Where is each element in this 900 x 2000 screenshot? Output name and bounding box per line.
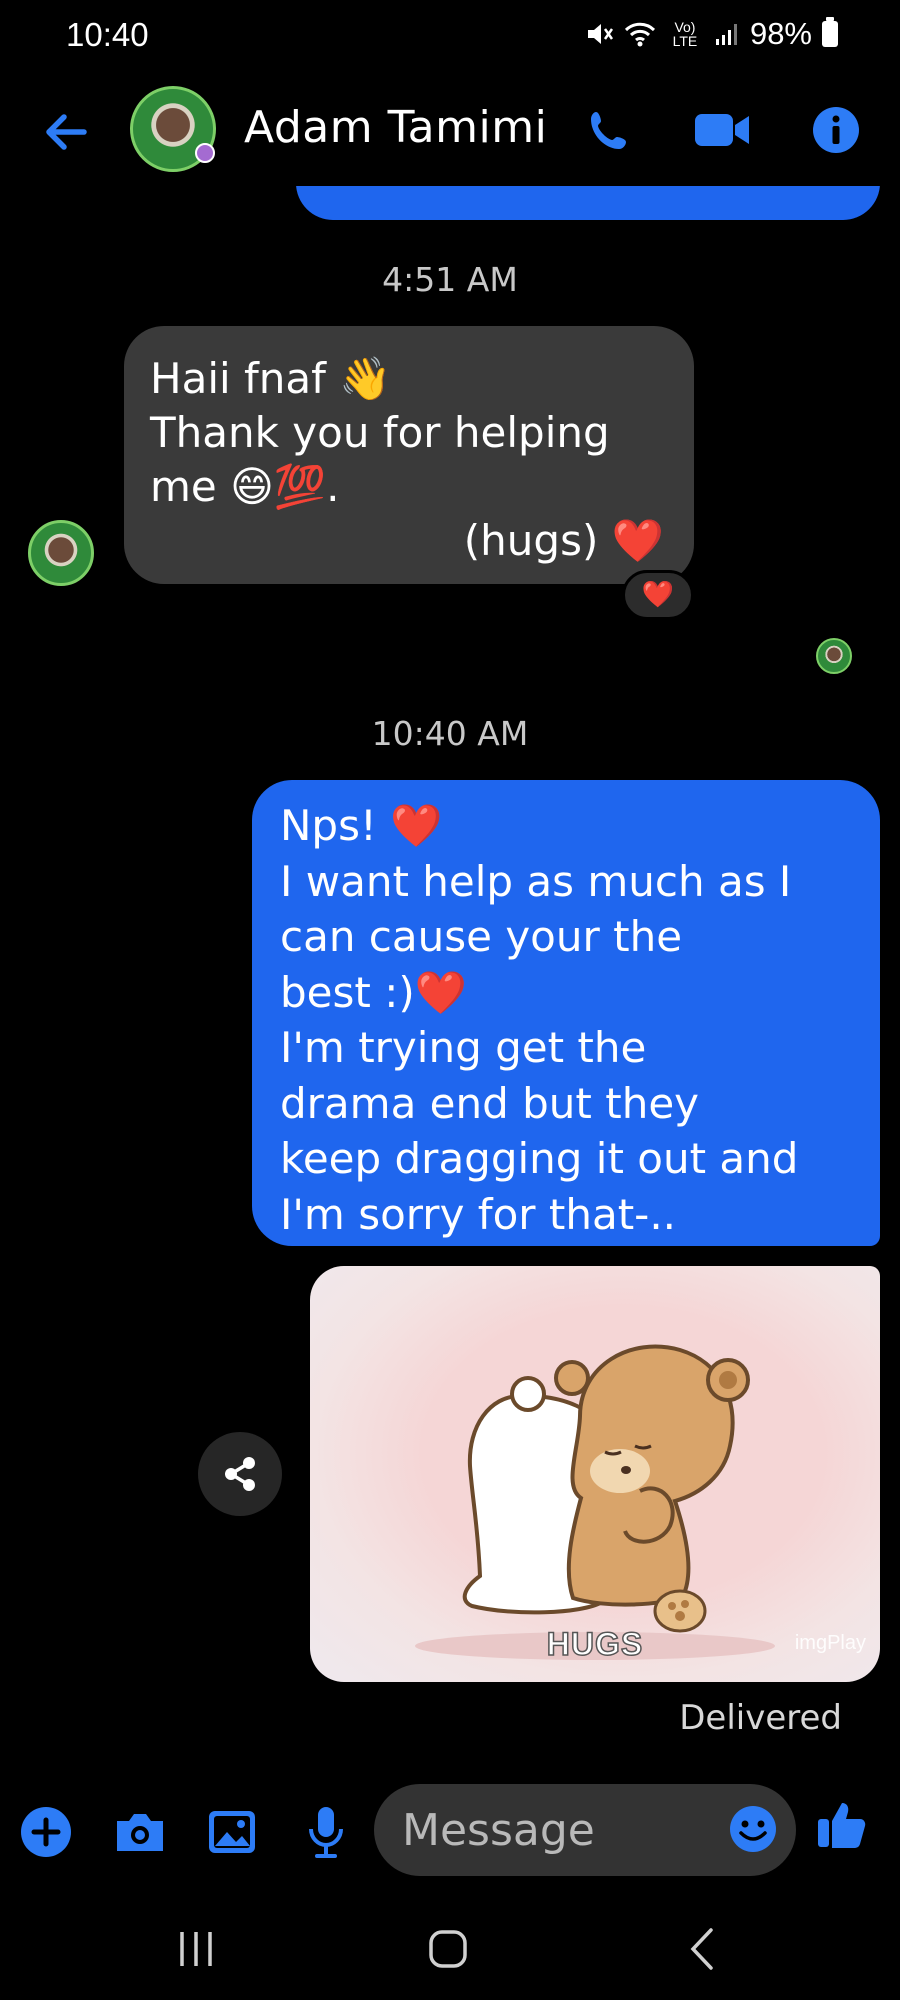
- video-call-button[interactable]: [692, 100, 752, 160]
- message-line: (hugs) ❤️: [463, 516, 664, 565]
- battery-percent: 98%: [749, 16, 812, 51]
- status-bar: 10:40 Vo) LTE 98%: [0, 0, 900, 76]
- info-button[interactable]: [806, 100, 866, 160]
- thumbs-up-icon: [818, 1803, 866, 1848]
- camera-button[interactable]: [110, 1802, 170, 1862]
- gallery-button[interactable]: [202, 1802, 262, 1862]
- network-label: Vo) LTE: [672, 19, 698, 49]
- recents-icon: [180, 1932, 212, 1966]
- chat-header: Adam Tamimi: [0, 76, 900, 186]
- microphone-button[interactable]: [296, 1802, 356, 1862]
- sender-avatar[interactable]: [28, 520, 94, 586]
- status-time: 10:40: [66, 16, 149, 53]
- image-icon: [209, 1811, 255, 1853]
- message-line: Nps! ❤️: [280, 801, 443, 850]
- heart-badge-icon: [195, 143, 215, 163]
- message-line: Thank you for helping: [150, 408, 610, 457]
- share-icon: [225, 1457, 255, 1491]
- message-line: best :)❤️: [280, 967, 468, 1017]
- share-button[interactable]: [198, 1432, 282, 1516]
- system-back-button[interactable]: [672, 1924, 732, 1974]
- gif-message[interactable]: HUGS imgPlay: [310, 1266, 880, 1682]
- message-line: keep dragging it out and: [280, 1134, 799, 1183]
- contact-avatar[interactable]: [130, 86, 216, 172]
- smiley-icon: [730, 1806, 776, 1852]
- gif-watermark: imgPlay: [794, 1632, 866, 1654]
- read-receipt-avatar: [816, 638, 852, 674]
- battery-icon: [822, 17, 838, 47]
- add-button[interactable]: [16, 1802, 76, 1862]
- outgoing-message-bubble[interactable]: Nps! ❤️ I want help as much as I can cau…: [252, 780, 880, 1246]
- plus-circle-icon: [21, 1807, 71, 1857]
- arrow-left-icon: [46, 114, 87, 150]
- message-line: can cause your the: [280, 912, 683, 961]
- phone-icon: [591, 112, 626, 149]
- home-icon: [429, 1930, 467, 1968]
- system-navigation-bar: [0, 1900, 900, 2000]
- mute-icon: [584, 19, 614, 49]
- message-list[interactable]: 4:51 AM Haii fnaf 👋 Thank you for helpin…: [0, 186, 900, 1756]
- heart-reaction[interactable]: ❤️: [622, 570, 694, 620]
- message-line: me 😄💯.: [150, 462, 340, 511]
- message-composer: Message: [0, 1772, 900, 1892]
- recents-button[interactable]: [166, 1924, 226, 1974]
- back-button[interactable]: [38, 104, 94, 160]
- wifi-icon: [624, 20, 656, 48]
- message-line: Haii fnaf 👋: [150, 354, 392, 403]
- contact-name[interactable]: Adam Tamimi: [244, 102, 547, 153]
- hugging-bears-image: [415, 1344, 775, 1660]
- emoji-button[interactable]: [728, 1804, 778, 1854]
- signal-icon: [714, 21, 740, 47]
- camera-icon: [117, 1814, 163, 1851]
- delivery-status: Delivered: [679, 1698, 842, 1738]
- message-line: I'm sorry for that-..: [280, 1189, 677, 1239]
- previous-outgoing-bubble[interactable]: [296, 186, 880, 220]
- message-line: drama end but they: [280, 1078, 700, 1128]
- status-icons: Vo) LTE 98%: [584, 16, 838, 52]
- message-line: I'm trying get the: [280, 1023, 647, 1072]
- message-input[interactable]: Message: [374, 1784, 796, 1876]
- timestamp: 10:40 AM: [371, 714, 529, 753]
- info-icon: [813, 107, 859, 153]
- timestamp: 4:51 AM: [382, 260, 518, 299]
- call-button[interactable]: [580, 100, 640, 160]
- message-line: I want help as much as I: [280, 856, 792, 906]
- chevron-left-icon: [690, 1928, 713, 1970]
- home-button[interactable]: [418, 1924, 478, 1974]
- video-camera-icon: [695, 114, 749, 146]
- microphone-icon: [309, 1807, 343, 1858]
- incoming-message-bubble[interactable]: Haii fnaf 👋 Thank you for helping me 😄💯.…: [124, 326, 694, 584]
- like-button[interactable]: [812, 1794, 872, 1854]
- message-placeholder: Message: [402, 1804, 595, 1856]
